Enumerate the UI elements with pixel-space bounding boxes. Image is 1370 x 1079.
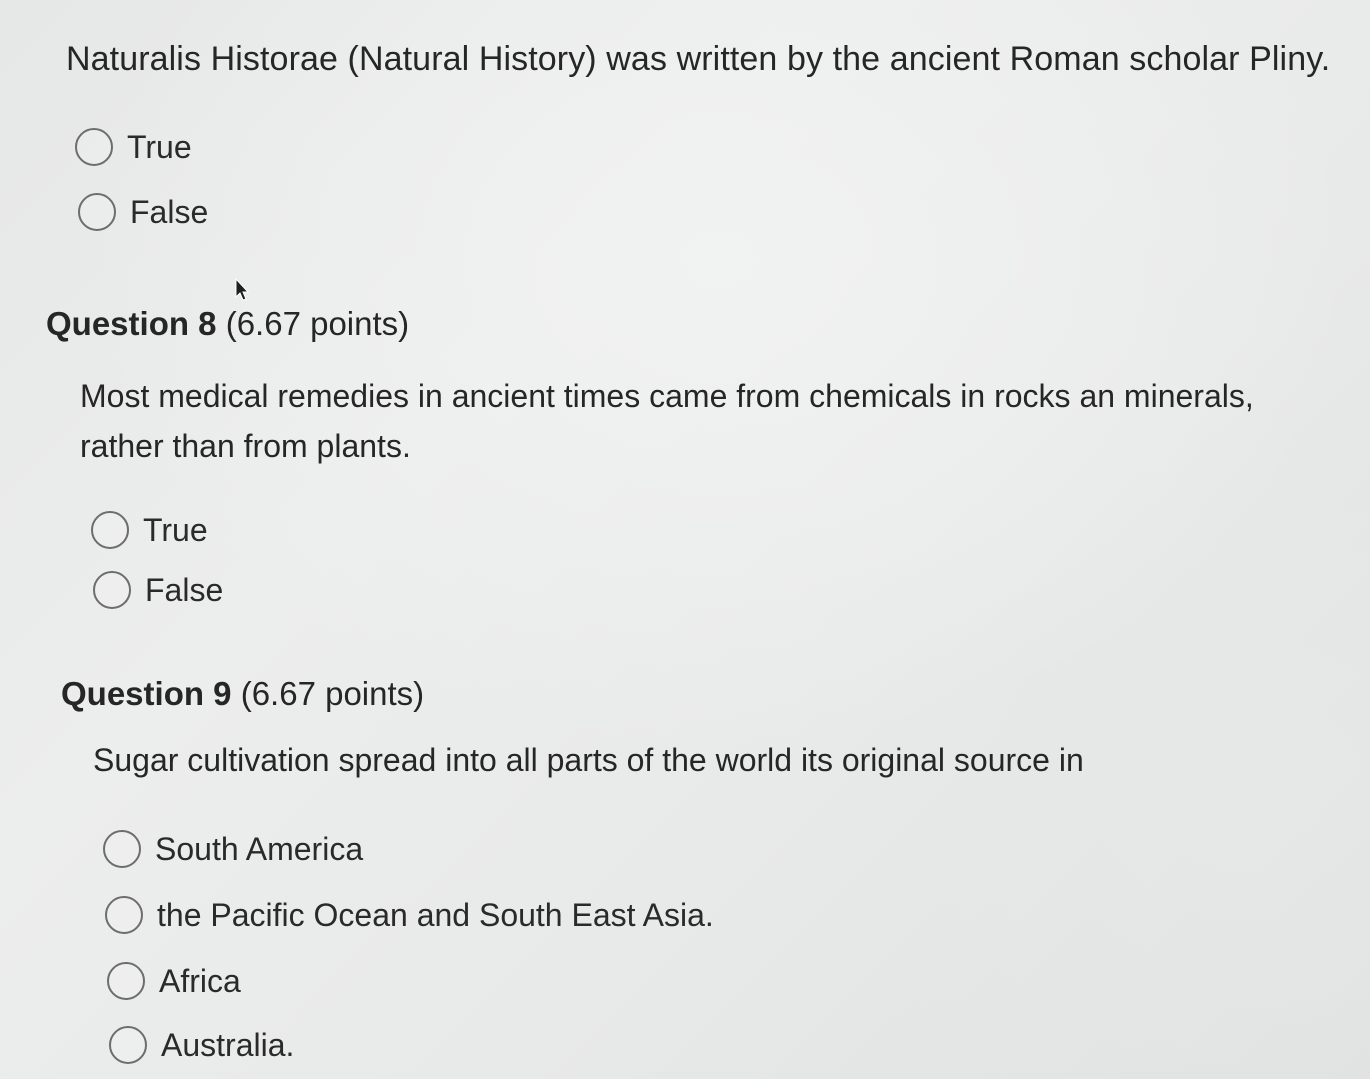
radio-button-icon[interactable] <box>105 896 143 934</box>
q9-option-africa[interactable]: Africa <box>107 962 241 1000</box>
question-points: (6.67 points) <box>240 675 425 712</box>
option-label: False <box>130 193 209 230</box>
question-7-text: Naturalis Historae (Natural History) was… <box>66 40 1331 78</box>
q7-option-false[interactable]: False <box>78 193 208 231</box>
radio-button-icon[interactable] <box>107 962 145 1000</box>
option-label: False <box>145 571 224 608</box>
option-label: South America <box>155 830 364 867</box>
question-8-header: Question 8 (6.67 points) <box>46 305 409 343</box>
option-label: True <box>143 511 208 548</box>
question-title: Question 9 <box>61 675 232 712</box>
option-label: Africa <box>159 962 241 999</box>
q8-option-true[interactable]: True <box>91 511 208 549</box>
option-label: Australia. <box>161 1026 295 1063</box>
mouse-pointer-icon <box>235 278 250 301</box>
question-title: Question 8 <box>46 305 217 342</box>
q9-option-pacific-asia[interactable]: the Pacific Ocean and South East Asia. <box>105 896 714 934</box>
question-9-header: Question 9 (6.67 points) <box>61 675 424 713</box>
radio-button-icon[interactable] <box>109 1026 147 1064</box>
question-8-text: Most medical remedies in ancient times c… <box>80 378 1254 464</box>
q9-option-south-america[interactable]: South America <box>103 830 363 868</box>
q7-option-true[interactable]: True <box>75 128 192 166</box>
radio-button-icon[interactable] <box>103 830 141 868</box>
radio-button-icon[interactable] <box>78 193 116 231</box>
radio-button-icon[interactable] <box>75 128 113 166</box>
radio-button-icon[interactable] <box>93 571 131 609</box>
question-9-text: Sugar cultivation spread into all parts … <box>93 742 1084 778</box>
option-label: True <box>127 128 192 165</box>
q8-option-false[interactable]: False <box>93 571 223 609</box>
option-label: the Pacific Ocean and South East Asia. <box>157 896 714 933</box>
radio-button-icon[interactable] <box>91 511 129 549</box>
q9-option-australia[interactable]: Australia. <box>109 1026 294 1064</box>
question-points: (6.67 points) <box>225 305 410 342</box>
